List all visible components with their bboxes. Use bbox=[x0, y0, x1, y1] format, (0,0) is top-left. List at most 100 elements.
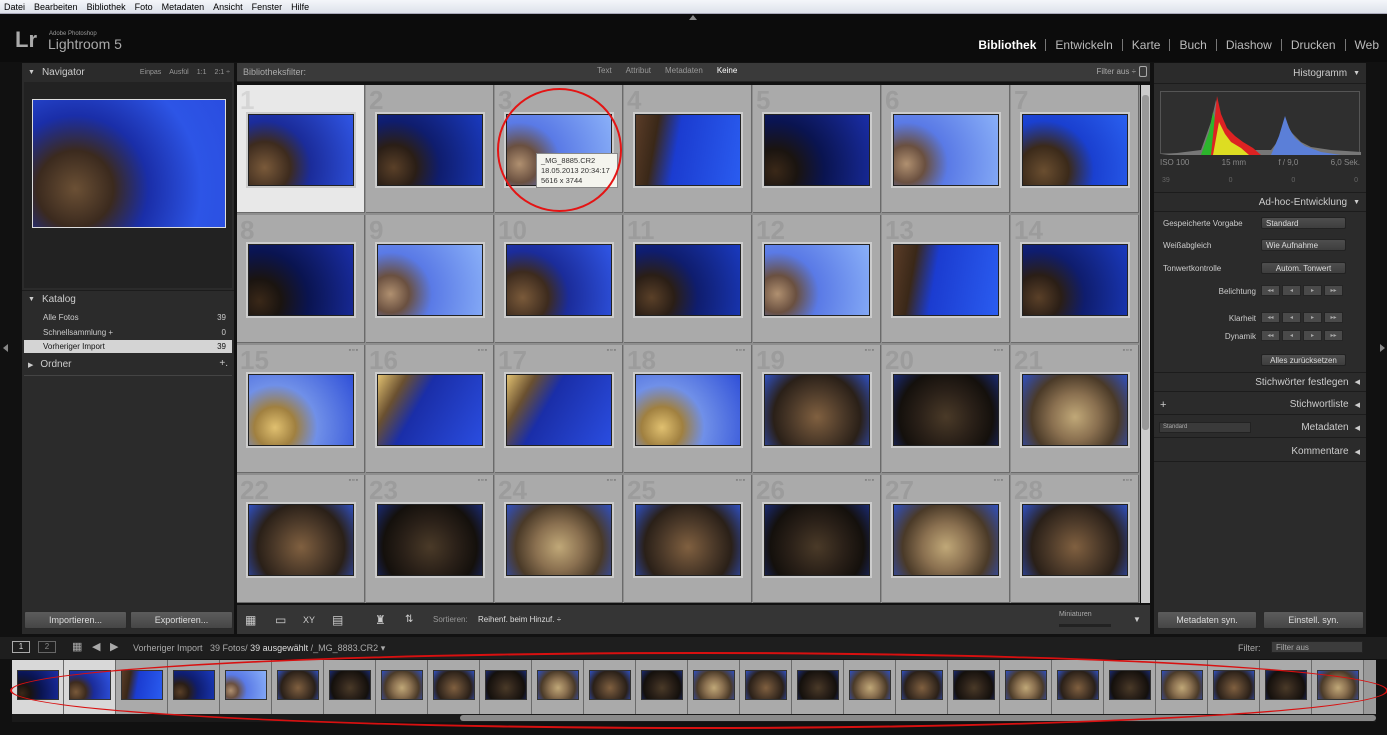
photo-thumbnail[interactable] bbox=[377, 114, 483, 186]
grid-cell[interactable]: 20 ▫▫▫ bbox=[882, 345, 1010, 473]
step-up-large[interactable]: ▸▸ bbox=[1324, 285, 1343, 296]
filmstrip-source[interactable]: Vorheriger Import 39 Fotos/ 39 ausgewähl… bbox=[133, 643, 385, 654]
grid-cell[interactable]: 28 ▫▫▫ bbox=[1011, 475, 1139, 603]
badge-icon[interactable]: ▫▫▫ bbox=[865, 347, 875, 354]
grid-cell[interactable]: 15 ▫▫▫ bbox=[237, 345, 365, 473]
photo-thumbnail[interactable] bbox=[893, 504, 999, 576]
catalog-item[interactable]: Vorheriger Import 39 bbox=[24, 340, 232, 353]
auto-tone-button[interactable]: Autom. Tonwert bbox=[1261, 262, 1346, 274]
menu-item[interactable]: Ansicht bbox=[213, 2, 243, 12]
grid-cell[interactable]: 12 bbox=[753, 215, 881, 343]
photo-thumbnail[interactable] bbox=[764, 244, 870, 316]
photo-thumbnail[interactable] bbox=[635, 114, 741, 186]
grid-cell[interactable]: 16 ▫▫▫ bbox=[366, 345, 494, 473]
badge-icon[interactable]: ▫▫▫ bbox=[736, 477, 746, 484]
badge-icon[interactable]: ▫▫▫ bbox=[478, 477, 488, 484]
keywording-header[interactable]: Stichwörter festlegen ◀ bbox=[1154, 372, 1366, 392]
grid-cell[interactable]: 9 bbox=[366, 215, 494, 343]
grid-cell[interactable]: 8 bbox=[237, 215, 365, 343]
menu-item[interactable]: Foto bbox=[135, 2, 153, 12]
grid-cell[interactable]: 22 ▫▫▫ bbox=[237, 475, 365, 603]
import-button[interactable]: Importieren... bbox=[24, 611, 127, 629]
menu-item[interactable]: Fenster bbox=[252, 2, 283, 12]
photo-thumbnail[interactable] bbox=[1022, 244, 1128, 316]
photo-thumbnail[interactable] bbox=[506, 244, 612, 316]
menu-item[interactable]: Datei bbox=[4, 2, 25, 12]
grid-cell[interactable]: 18 ▫▫▫ bbox=[624, 345, 752, 473]
add-keyword-icon[interactable]: + bbox=[1160, 399, 1166, 411]
photo-thumbnail[interactable] bbox=[377, 504, 483, 576]
quick-develop-header[interactable]: Ad-hoc-Entwicklung ▼ bbox=[1154, 192, 1366, 212]
step-down[interactable]: ◂ bbox=[1282, 312, 1301, 323]
menu-item[interactable]: Bibliothek bbox=[87, 2, 126, 12]
add-folder-button[interactable]: +. bbox=[219, 358, 228, 369]
badge-icon[interactable]: ▫▫▫ bbox=[349, 477, 359, 484]
preset-select[interactable]: Standard bbox=[1261, 217, 1346, 229]
grid-cell[interactable]: 11 bbox=[624, 215, 752, 343]
filter-option[interactable]: Metadaten bbox=[665, 66, 703, 75]
back-arrow-icon[interactable]: ◀ bbox=[92, 640, 100, 653]
top-panel-arrow-icon[interactable] bbox=[689, 15, 697, 20]
grid-scrollbar-thumb[interactable] bbox=[1142, 95, 1149, 430]
zoom-option[interactable]: Ausfül bbox=[169, 69, 188, 76]
module-bibliothek[interactable]: Bibliothek bbox=[978, 38, 1036, 52]
right-panel-arrow-icon[interactable] bbox=[1380, 344, 1385, 352]
photo-thumbnail[interactable] bbox=[893, 114, 999, 186]
zoom-option[interactable]: 1:1 bbox=[197, 69, 207, 76]
photo-thumbnail[interactable] bbox=[377, 374, 483, 446]
loupe-view-icon[interactable]: ▭ bbox=[275, 613, 286, 627]
grid-cell[interactable]: 23 ▫▫▫ bbox=[366, 475, 494, 603]
photo-thumbnail[interactable] bbox=[1022, 114, 1128, 186]
metadata-header[interactable]: Standard Metadaten ◀ bbox=[1154, 418, 1366, 438]
navigator-image[interactable] bbox=[32, 99, 226, 228]
grid-cell[interactable]: 14 bbox=[1011, 215, 1139, 343]
reset-all-button[interactable]: Alles zurücksetzen bbox=[1261, 354, 1346, 366]
navigator-zoom-options[interactable]: Einpas Ausfül 1:1 2:1 ÷ bbox=[140, 69, 230, 76]
photo-thumbnail[interactable] bbox=[635, 244, 741, 316]
badge-icon[interactable]: ▫▫▫ bbox=[736, 347, 746, 354]
spray-can-icon[interactable]: ♜ bbox=[375, 613, 386, 627]
grid-cell[interactable]: 2 bbox=[366, 85, 494, 213]
photo-thumbnail[interactable] bbox=[248, 504, 354, 576]
grid-cell[interactable]: 27 ▫▫▫ bbox=[882, 475, 1010, 603]
filter-option[interactable]: Attribut bbox=[626, 66, 651, 75]
photo-thumbnail[interactable] bbox=[764, 374, 870, 446]
clarity-steppers[interactable]: ◂◂ ◂ ▸ ▸▸ bbox=[1261, 312, 1343, 323]
histogram-header[interactable]: Histogramm ▼ bbox=[1154, 64, 1366, 84]
forward-arrow-icon[interactable]: ▶ bbox=[110, 640, 118, 653]
metadata-preset-select[interactable]: Standard bbox=[1159, 422, 1251, 433]
step-up-large[interactable]: ▸▸ bbox=[1324, 330, 1343, 341]
sync-metadata-button[interactable]: Metadaten syn. bbox=[1157, 611, 1257, 629]
compare-view-icon[interactable]: XY bbox=[303, 615, 315, 625]
badge-icon[interactable]: ▫▫▫ bbox=[1123, 347, 1133, 354]
histogram[interactable] bbox=[1160, 91, 1361, 155]
survey-view-icon[interactable]: ▤ bbox=[332, 613, 343, 627]
filmstrip-filter-select[interactable]: Filter aus bbox=[1271, 641, 1363, 653]
badge-icon[interactable]: ▫▫▫ bbox=[994, 477, 1004, 484]
grid-cell[interactable]: 7 bbox=[1011, 85, 1139, 213]
thumbnail-size-slider[interactable] bbox=[1059, 624, 1111, 627]
window-2-icon[interactable]: 2 bbox=[38, 641, 56, 653]
module-entwickeln[interactable]: Entwickeln bbox=[1055, 38, 1112, 52]
catalog-item[interactable]: Schnellsammlung + 0 bbox=[24, 326, 232, 339]
grid-cell[interactable]: 26 ▫▫▫ bbox=[753, 475, 881, 603]
keyword-list-header[interactable]: + Stichwortliste ◀ bbox=[1154, 395, 1366, 415]
menu-item[interactable]: Bearbeiten bbox=[34, 2, 78, 12]
grid-cell[interactable]: 17 ▫▫▫ bbox=[495, 345, 623, 473]
step-down-large[interactable]: ◂◂ bbox=[1261, 330, 1280, 341]
badge-icon[interactable]: ▫▫▫ bbox=[1123, 477, 1133, 484]
step-down-large[interactable]: ◂◂ bbox=[1261, 312, 1280, 323]
grid-cell[interactable]: 25 ▫▫▫ bbox=[624, 475, 752, 603]
photo-thumbnail[interactable] bbox=[893, 244, 999, 316]
step-down-large[interactable]: ◂◂ bbox=[1261, 285, 1280, 296]
white-balance-select[interactable]: Wie Aufnahme bbox=[1261, 239, 1346, 251]
catalog-item[interactable]: Alle Fotos 39 bbox=[24, 311, 232, 324]
module-buch[interactable]: Buch bbox=[1179, 38, 1206, 52]
grid-cell[interactable]: 10 bbox=[495, 215, 623, 343]
photo-thumbnail[interactable] bbox=[506, 374, 612, 446]
catalog-header[interactable]: ▼ Katalog bbox=[22, 290, 234, 307]
badge-icon[interactable]: ▫▫▫ bbox=[607, 347, 617, 354]
exposure-steppers[interactable]: ◂◂ ◂ ▸ ▸▸ bbox=[1261, 285, 1343, 296]
photo-thumbnail[interactable] bbox=[1022, 374, 1128, 446]
grid-cell[interactable]: 6 bbox=[882, 85, 1010, 213]
